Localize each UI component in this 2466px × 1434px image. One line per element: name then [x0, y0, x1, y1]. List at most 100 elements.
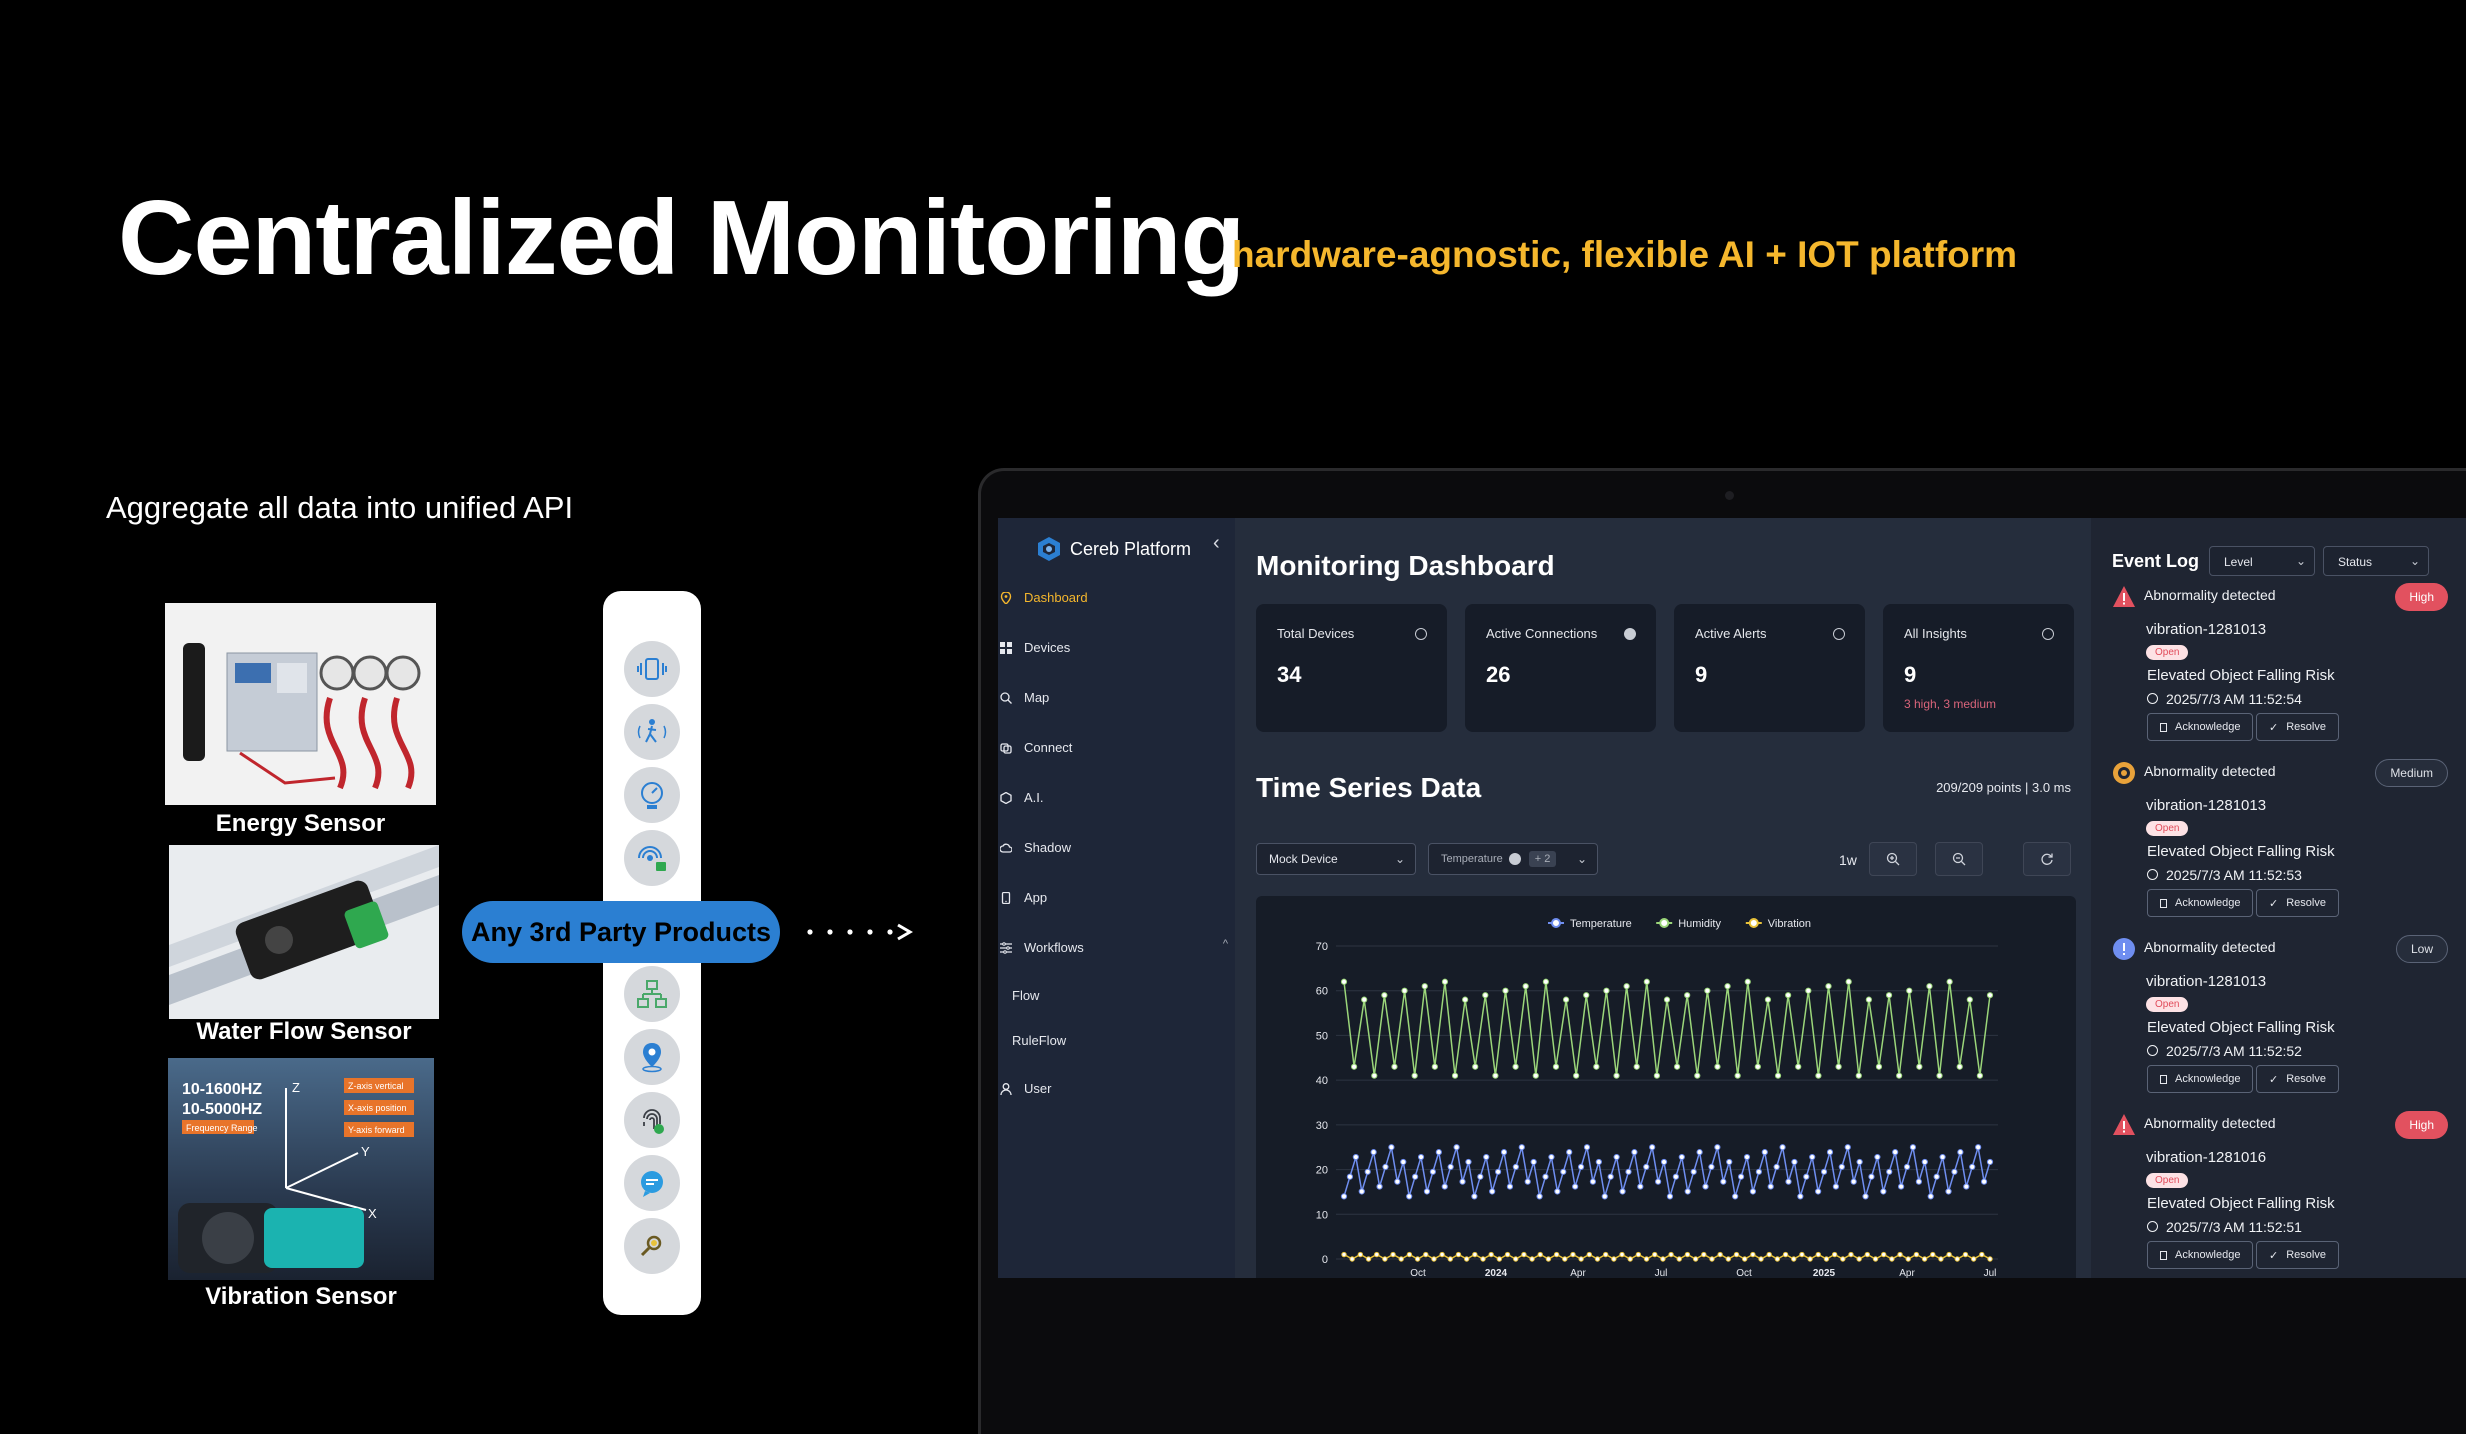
stat-card-active-connections[interactable]: Active Connections 26	[1465, 604, 1656, 732]
data-point	[1652, 1251, 1658, 1258]
range-label[interactable]: 1w	[1839, 852, 1857, 868]
time-series-chart[interactable]: Temperature Humidity Vibration 0 10 20 30 40 50…	[1256, 896, 2076, 1278]
device-select-value: Mock Device	[1269, 852, 1338, 866]
stat-subtext: 3 high, 3 medium	[1904, 697, 1997, 711]
resolve-button[interactable]: ✓ Resolve	[2256, 1241, 2339, 1269]
metric-select[interactable]: Temperature + 2 ⌄	[1428, 843, 1598, 875]
event-risk: Elevated Object Falling Risk	[2147, 1195, 2335, 1212]
resolve-label: Resolve	[2286, 1249, 2326, 1261]
sidebar-item-devices[interactable]: Devices	[1000, 640, 1070, 655]
stat-card-total-devices[interactable]: Total Devices 34	[1256, 604, 1447, 732]
device-select[interactable]: Mock Device ⌄	[1256, 843, 1416, 875]
sidebar-item-flow[interactable]: Flow	[1012, 988, 1039, 1003]
sidebar-item-user[interactable]: User	[1000, 1081, 1051, 1096]
zoom-out-button[interactable]	[1935, 842, 1983, 876]
alert-circle-icon	[2113, 762, 2135, 784]
status-filter-select[interactable]: Status ⌄	[2323, 546, 2429, 576]
data-point	[1447, 1256, 1454, 1262]
level-badge: High	[2395, 583, 2448, 611]
sidebar-item-label: Dashboard	[1024, 590, 1088, 605]
event-title: Abnormality detected	[2144, 763, 2276, 779]
data-point	[1758, 1256, 1764, 1262]
data-point	[1594, 1256, 1601, 1262]
stat-label: All Insights	[1904, 626, 1967, 641]
event-item[interactable]: Abnormality detected High vibration-128101…	[2091, 1109, 2466, 1278]
data-point	[1797, 1193, 1804, 1200]
data-point	[1986, 992, 1994, 999]
chevron-up-icon[interactable]: ^	[1223, 938, 1228, 950]
data-point	[1340, 1193, 1348, 1200]
resolve-button[interactable]: ✓ Resolve	[2256, 713, 2339, 741]
sidebar-item-ai[interactable]: A.I.	[1000, 790, 1044, 805]
sidebar-item-dashboard[interactable]: Dashboard	[1000, 590, 1088, 605]
stat-card-all-insights[interactable]: All Insights 9 3 high, 3 medium	[1883, 604, 2074, 732]
data-point	[1668, 1251, 1674, 1258]
collapse-sidebar-icon[interactable]: ‹	[1213, 532, 1220, 555]
sidebar-item-connect[interactable]: Connect	[1000, 740, 1072, 755]
event-item[interactable]: Abnormality detected High vibration-128101…	[2091, 581, 2466, 757]
sidebar-item-shadow[interactable]: Shadow	[1000, 840, 1071, 855]
clear-metric-icon[interactable]	[1508, 853, 1521, 865]
data-point	[1938, 1256, 1944, 1262]
data-point	[1749, 1188, 1757, 1195]
data-point	[1805, 987, 1812, 994]
reset-zoom-button[interactable]	[2023, 842, 2071, 876]
level-filter-value: Level	[2224, 555, 2253, 569]
data-point	[1560, 1168, 1567, 1175]
data-point	[1694, 1072, 1701, 1079]
chart-series	[1340, 978, 1994, 1262]
data-point	[1915, 1178, 1922, 1185]
data-point	[1613, 1153, 1620, 1161]
brand[interactable]: Cereb Platform	[1036, 536, 1191, 562]
data-point	[1521, 1251, 1527, 1258]
data-point	[1845, 978, 1852, 985]
data-point	[1815, 1072, 1822, 1079]
level-filter-select[interactable]: Level ⌄	[2209, 546, 2315, 576]
sidebar-item-app[interactable]: App	[1000, 890, 1047, 905]
event-item[interactable]: Abnormality detected Medium vibration-1281…	[2091, 757, 2466, 933]
data-point	[1365, 1256, 1372, 1262]
motion-icon	[624, 704, 680, 760]
data-point	[1666, 1193, 1674, 1200]
time-series-svg[interactable]: Temperature Humidity Vibration 0 10 20 30 40 50…	[1256, 896, 2076, 1278]
data-point	[1394, 1178, 1401, 1185]
data-point	[1815, 1188, 1822, 1195]
refresh-icon	[2041, 853, 2053, 865]
x-tick-label: 2025	[1813, 1268, 1836, 1278]
data-point	[1737, 1173, 1745, 1180]
zoom-in-button[interactable]	[1869, 842, 1917, 876]
data-point	[1542, 978, 1549, 985]
stat-value: 9	[1695, 662, 1708, 687]
data-point	[1583, 1144, 1591, 1151]
sidebar-item-workflows[interactable]: Workflows ^	[1000, 938, 1228, 955]
data-point	[1815, 1251, 1821, 1258]
freq-2: 10-5000HZ	[182, 1101, 262, 1118]
data-point	[1905, 1256, 1911, 1262]
data-point	[1463, 1256, 1470, 1262]
data-point	[1357, 1251, 1364, 1258]
stat-card-active-alerts[interactable]: Active Alerts 9	[1674, 604, 1865, 732]
acknowledge-button[interactable]: Acknowledge	[2147, 889, 2254, 917]
data-point	[1684, 992, 1691, 999]
warning-icon	[2113, 1114, 2135, 1135]
resolve-button[interactable]: ✓ Resolve	[2256, 889, 2339, 917]
check-icon: ✓	[2269, 897, 2279, 910]
data-point	[1554, 1188, 1561, 1195]
sidebar-item-map[interactable]: Map	[1000, 690, 1049, 705]
data-point	[1570, 1251, 1576, 1258]
sidebar-item-label: User	[1024, 1081, 1052, 1096]
data-point	[1761, 1149, 1768, 1156]
event-timestamp: 2025/7/3 AM 11:52:52	[2166, 1043, 2302, 1059]
acknowledge-button[interactable]: Acknowledge	[2147, 1065, 2254, 1093]
data-point	[1868, 1173, 1875, 1180]
resolve-button[interactable]: ✓ Resolve	[2256, 1065, 2339, 1093]
event-risk: Elevated Object Falling Risk	[2147, 667, 2335, 684]
sidebar-item-ruleflow[interactable]: RuleFlow	[1012, 1033, 1066, 1048]
acknowledge-button[interactable]: Acknowledge	[2147, 713, 2254, 741]
acknowledge-button[interactable]: Acknowledge	[2147, 1241, 2254, 1269]
chevron-down-icon: ⌄	[1576, 852, 1587, 866]
event-item[interactable]: Abnormality detected Low vibration-1281013…	[2091, 933, 2466, 1109]
data-point	[1429, 1168, 1436, 1175]
y-tick-label: 70	[1316, 941, 1328, 953]
event-time: 2025/7/3 AM 11:52:53	[2147, 867, 2302, 883]
